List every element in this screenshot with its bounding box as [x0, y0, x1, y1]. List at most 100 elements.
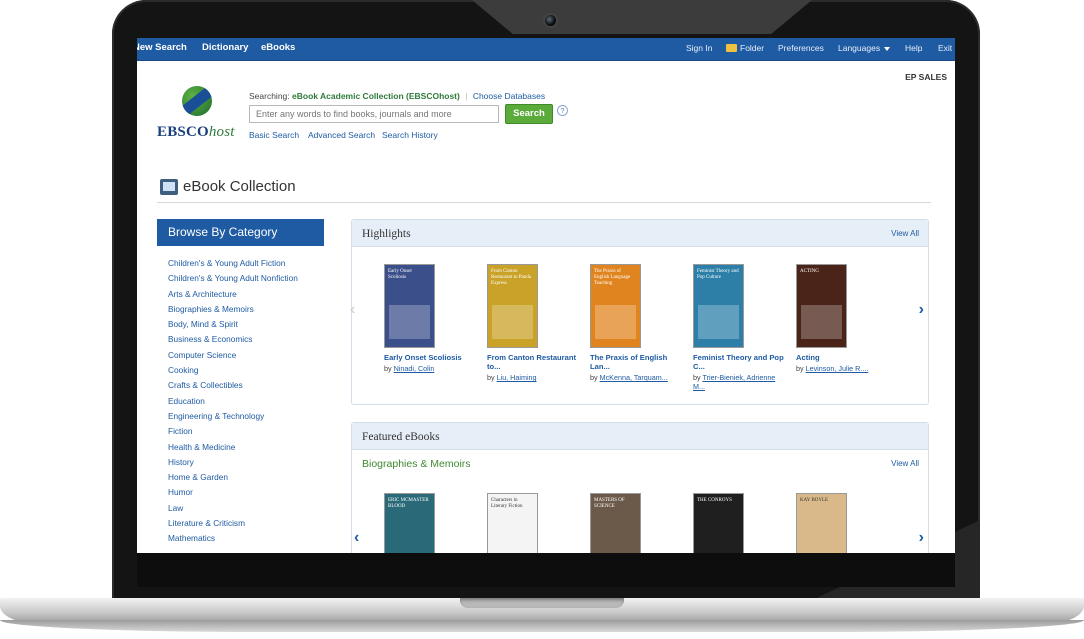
laptop-hinge-notch — [460, 598, 624, 608]
highlights-panel: Highlights View All ‹ › Early Onset Scol… — [350, 219, 929, 405]
help-icon[interactable]: ? — [557, 105, 568, 116]
category-link[interactable]: Humor — [168, 487, 298, 502]
featured-book-cover[interactable]: MASTERS OF SCIENCE — [590, 493, 641, 553]
book-cover[interactable]: ACTING — [796, 264, 847, 348]
carousel-prev-arrow-icon[interactable]: ‹ — [350, 301, 355, 319]
basic-search-link[interactable]: Basic Search — [249, 130, 299, 140]
new-search-link[interactable]: New Search — [137, 42, 187, 53]
laptop-base-lip — [0, 620, 1084, 632]
folder-icon[interactable] — [726, 44, 737, 52]
book-item[interactable]: Feminist Theory and Pop Culture Feminist … — [693, 264, 789, 391]
book-author-line: by Liu, Haiming — [487, 373, 583, 382]
category-list: Children's & Young Adult Fiction Children… — [168, 258, 298, 549]
featured-prev-arrow-icon[interactable]: ‹ — [354, 529, 359, 547]
searching-label: Searching: — [249, 91, 290, 101]
book-cover-text: Characters in Literary Fiction — [491, 498, 523, 509]
highlights-view-all-link[interactable]: View All — [891, 229, 919, 238]
featured-book-cover[interactable]: Characters in Literary Fiction — [487, 493, 538, 553]
author-link[interactable]: Levinson, Julie R.... — [806, 364, 869, 373]
author-link[interactable]: Ninadi, Colin — [394, 364, 435, 373]
ebsco-logo-icon[interactable] — [182, 86, 212, 116]
featured-book-cover[interactable]: KAY BOYLE — [796, 493, 847, 553]
book-title-link[interactable]: Acting — [796, 353, 892, 362]
book-author-line: by McKenna, Tarquam... — [590, 373, 686, 382]
account-name: EP SALES — [905, 72, 947, 82]
carousel-next-arrow-icon[interactable]: › — [919, 301, 924, 319]
category-link[interactable]: Fiction — [168, 426, 298, 441]
book-cover[interactable]: The Praxis of English Language Teaching — [590, 264, 641, 348]
category-link[interactable]: Body, Mind & Spirit — [168, 319, 298, 334]
languages-menu[interactable]: Languages — [838, 43, 880, 53]
category-link[interactable]: Children's & Young Adult Nonfiction — [168, 273, 298, 288]
separator: | — [465, 91, 468, 101]
featured-next-arrow-icon[interactable]: › — [919, 529, 924, 547]
featured-category-label: Biographies & Memoirs — [362, 458, 471, 470]
search-history-link[interactable]: Search History — [382, 130, 438, 140]
laptop-bezel-chin — [137, 553, 955, 587]
category-link[interactable]: History — [168, 457, 298, 472]
featured-ebooks-title: Featured eBooks — [362, 431, 440, 443]
category-link[interactable]: Mathematics — [168, 533, 298, 548]
by-label: by — [796, 364, 804, 373]
category-link[interactable]: Home & Garden — [168, 472, 298, 487]
sign-in-link[interactable]: Sign In — [686, 43, 712, 53]
author-link[interactable]: Liu, Haiming — [497, 373, 537, 382]
highlights-title: Highlights — [362, 228, 411, 240]
ebook-collection-icon — [160, 179, 178, 195]
book-cover[interactable]: Feminist Theory and Pop Culture — [693, 264, 744, 348]
book-cover-text: ERIC MCMASTER BLOOD — [388, 498, 429, 509]
book-title-link[interactable]: Early Onset Scoliosis — [384, 353, 480, 362]
choose-databases-link[interactable]: Choose Databases — [473, 91, 545, 101]
category-link[interactable]: Arts & Architecture — [168, 289, 298, 304]
search-button[interactable]: Search — [505, 104, 553, 124]
page-title: eBook Collection — [183, 178, 296, 195]
author-link[interactable]: McKenna, Tarquam... — [600, 373, 668, 382]
book-cover[interactable]: Early Onset Scoliosis — [384, 264, 435, 348]
book-item[interactable]: The Praxis of English Language Teaching T… — [590, 264, 686, 382]
book-cover-text: MASTERS OF SCIENCE — [594, 498, 625, 509]
featured-view-all-link[interactable]: View All — [891, 459, 919, 468]
book-title-link[interactable]: The Praxis of English Lan... — [590, 353, 686, 371]
webcam-icon — [543, 13, 558, 28]
category-link[interactable]: Crafts & Collectibles — [168, 380, 298, 395]
book-item[interactable]: Early Onset Scoliosis Early Onset Scolios… — [384, 264, 480, 373]
book-title-link[interactable]: From Canton Restaurant to... — [487, 353, 583, 371]
search-input[interactable] — [249, 105, 499, 123]
divider — [157, 202, 931, 203]
searching-line: Searching: eBook Academic Collection (EB… — [249, 91, 545, 101]
book-item[interactable]: From Canton Restaurant to Panda Express F… — [487, 264, 583, 382]
help-link[interactable]: Help — [905, 43, 922, 53]
by-label: by — [590, 373, 598, 382]
top-navigation-bar: New Search Dictionary eBooks Sign In Fol… — [137, 38, 955, 61]
category-link[interactable]: Biographies & Memoirs — [168, 304, 298, 319]
category-link[interactable]: Health & Medicine — [168, 442, 298, 457]
book-author-line: by Trier-Bieniek, Adrienne M... — [693, 373, 789, 391]
dictionary-link[interactable]: Dictionary — [202, 42, 248, 53]
category-link[interactable]: Children's & Young Adult Fiction — [168, 258, 298, 273]
category-link[interactable]: Business & Economics — [168, 334, 298, 349]
category-link[interactable]: Cooking — [168, 365, 298, 380]
chevron-down-icon[interactable] — [884, 47, 890, 51]
book-cover-art — [698, 305, 739, 339]
ebooks-link[interactable]: eBooks — [261, 42, 295, 53]
book-cover-art — [492, 305, 533, 339]
book-cover-text: The Praxis of English Language Teaching — [594, 269, 631, 286]
book-cover-text: THE CONROYS — [697, 498, 732, 503]
author-link[interactable]: Trier-Bieniek, Adrienne M... — [693, 373, 775, 391]
category-link[interactable]: Literature & Criticism — [168, 518, 298, 533]
category-link[interactable]: Education — [168, 396, 298, 411]
ebsco-logo[interactable]: EBSCOhost — [157, 124, 235, 141]
featured-book-cover[interactable]: ERIC MCMASTER BLOOD — [384, 493, 435, 553]
book-item[interactable]: ACTING Acting by Levinson, Julie R.... — [796, 264, 892, 373]
exit-link[interactable]: Exit — [938, 43, 952, 53]
category-link[interactable]: Law — [168, 503, 298, 518]
category-link[interactable]: Computer Science — [168, 350, 298, 365]
folder-link[interactable]: Folder — [740, 43, 764, 53]
book-title-link[interactable]: Feminist Theory and Pop C... — [693, 353, 789, 371]
book-cover-text: Feminist Theory and Pop Culture — [697, 269, 739, 280]
category-link[interactable]: Engineering & Technology — [168, 411, 298, 426]
advanced-search-link[interactable]: Advanced Search — [308, 130, 375, 140]
featured-book-cover[interactable]: THE CONROYS — [693, 493, 744, 553]
preferences-link[interactable]: Preferences — [778, 43, 824, 53]
book-cover[interactable]: From Canton Restaurant to Panda Express — [487, 264, 538, 348]
